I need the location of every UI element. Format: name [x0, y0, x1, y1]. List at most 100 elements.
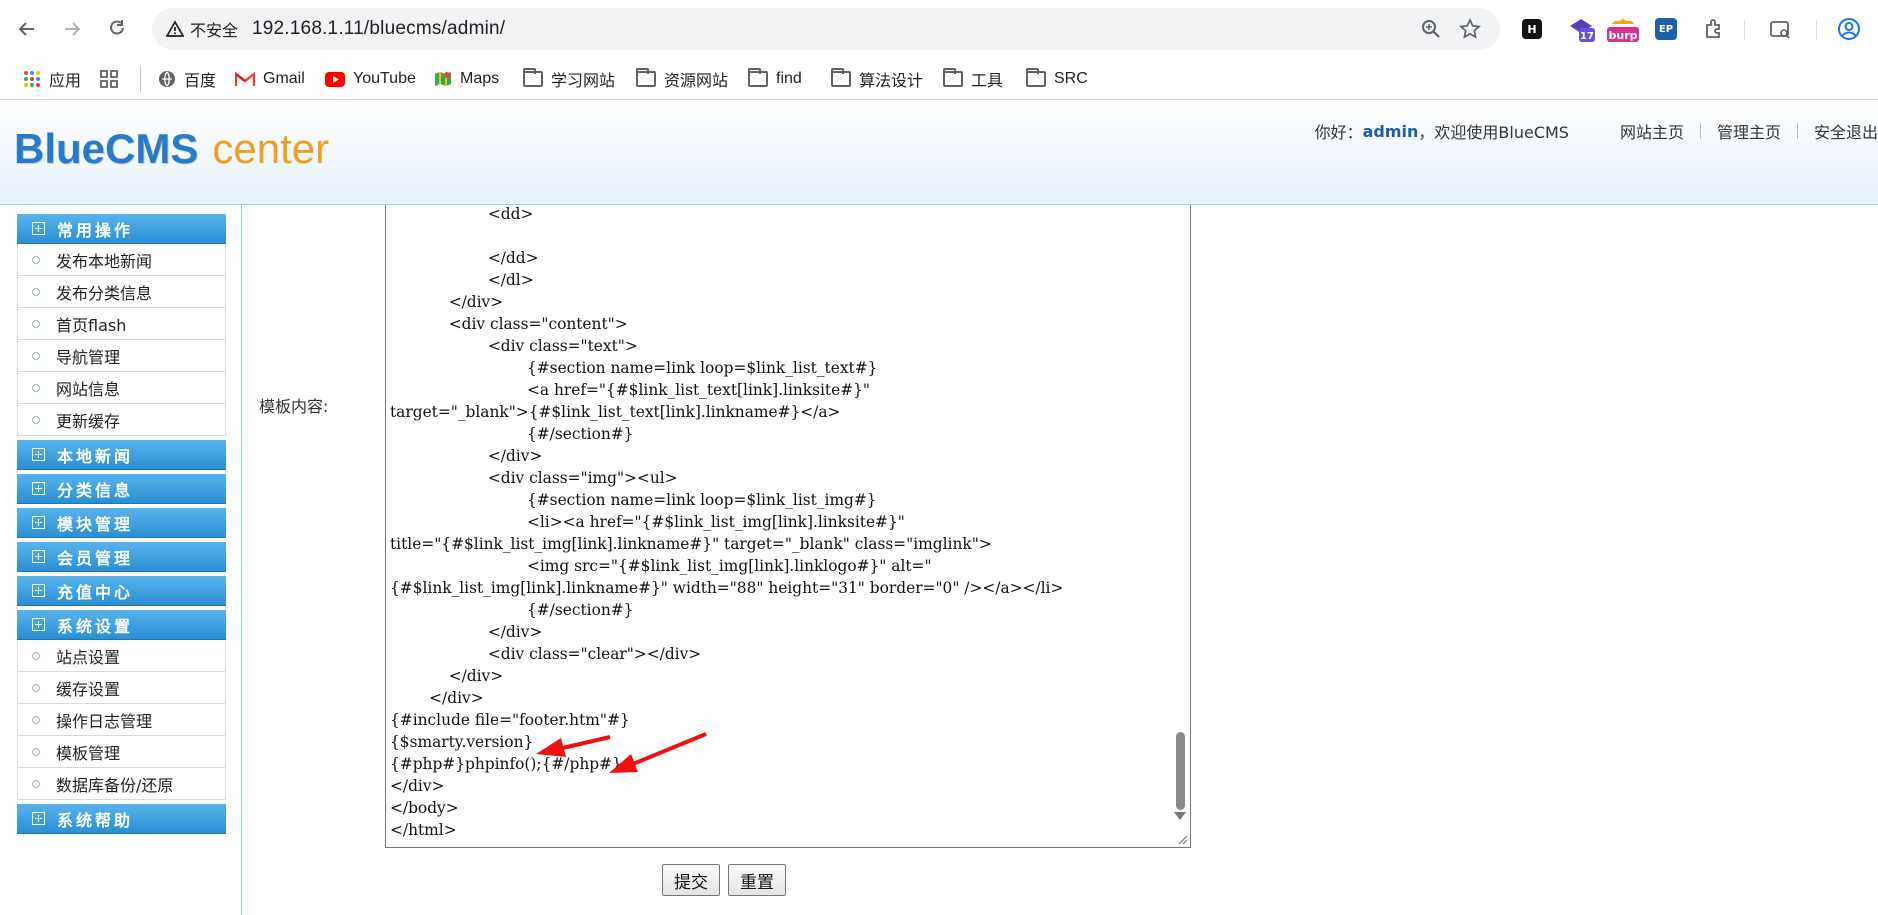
sidebar-item-label: 数据库备份/还原 — [56, 775, 174, 795]
youtube-icon — [325, 71, 345, 87]
bookmark-folder-find[interactable]: find — [748, 66, 802, 92]
address-bar[interactable]: 不安全 192.168.1.11/bluecms/admin/ — [152, 8, 1500, 50]
not-secure-indicator[interactable]: 不安全 — [166, 17, 238, 41]
site-home-link[interactable]: 网站主页 — [1620, 119, 1684, 143]
section-title: 模块管理 — [57, 514, 134, 534]
browser-toolbar: 不安全 192.168.1.11/bluecms/admin/ H 17 bur… — [0, 0, 1878, 58]
sidebar-item-home-flash[interactable]: 首页flash — [17, 308, 226, 340]
sidebar-section-members[interactable]: 会员管理 — [17, 542, 226, 572]
bookmark-star-icon[interactable] — [1459, 18, 1481, 40]
bookmark-folder-study[interactable]: 学习网站 — [523, 66, 615, 92]
tab-grid-icon — [100, 70, 118, 88]
section-title: 系统设置 — [57, 616, 134, 636]
tab-search-icon[interactable] — [1769, 18, 1791, 40]
bookmark-label: 应用 — [49, 73, 82, 90]
bookmark-label: find — [776, 70, 802, 87]
bookmark-label: 算法设计 — [859, 73, 924, 90]
sidebar-item-label: 更新缓存 — [56, 411, 121, 431]
expand-plus-icon — [32, 448, 45, 461]
sidebar-item-templates[interactable]: 模板管理 — [17, 736, 226, 768]
template-content-textarea[interactable]: <dd> </dd> </dl> </div> <div class="cont… — [385, 205, 1191, 848]
bookmark-label: Gmail — [263, 70, 305, 87]
baidu-icon — [159, 71, 175, 87]
sidebar-section-modules[interactable]: 模块管理 — [17, 508, 226, 538]
bookmark-gmail[interactable]: Gmail — [235, 66, 305, 92]
h-extension-icon[interactable]: H — [1522, 19, 1542, 39]
burp-extension-icon[interactable]: burp — [1606, 15, 1640, 43]
zoom-icon[interactable] — [1420, 18, 1442, 40]
sidebar-item-navigation[interactable]: 导航管理 — [17, 340, 226, 372]
bookmark-baidu[interactable]: 百度 — [158, 66, 216, 92]
bookmark-label: YouTube — [353, 70, 416, 87]
forward-icon[interactable] — [57, 14, 87, 44]
bookmark-label: 工具 — [971, 73, 1004, 90]
sidebar-section-recharge[interactable]: 充值中心 — [17, 576, 226, 606]
back-icon[interactable] — [12, 14, 42, 44]
sidebar-section-common[interactable]: 常用操作 — [17, 214, 226, 244]
bullet-icon — [32, 287, 40, 296]
profile-icon[interactable] — [1837, 17, 1861, 41]
sidebar-item-database-backup[interactable]: 数据库备份/还原 — [17, 768, 226, 800]
sidebar-item-site-info[interactable]: 网站信息 — [17, 372, 226, 404]
security-label: 不安全 — [190, 21, 239, 40]
bookmark-label: 资源网站 — [664, 73, 729, 90]
submit-button[interactable]: 提交 — [662, 864, 720, 896]
sidebar-item-publish-classified[interactable]: 发布分类信息 — [17, 276, 226, 308]
sidebar-section-system-settings[interactable]: 系统设置 — [17, 610, 226, 640]
bookmark-folder-src[interactable]: SRC — [1026, 66, 1088, 92]
bookmark-apps[interactable]: 应用 — [23, 66, 81, 92]
bookmark-youtube[interactable]: YouTube — [325, 66, 416, 92]
bullet-icon — [32, 383, 40, 392]
bookmark-folder-algorithms[interactable]: 算法设计 — [831, 66, 923, 92]
scrollbar-thumb[interactable] — [1176, 732, 1185, 810]
sidebar-item-cache-settings[interactable]: 缓存设置 — [17, 672, 226, 704]
expand-plus-icon — [32, 550, 45, 563]
sidebar-item-label: 网站信息 — [56, 379, 121, 399]
bullet-icon — [32, 351, 40, 360]
sidebar-item-publish-news[interactable]: 发布本地新闻 — [17, 244, 226, 276]
bookmark-folder-tools[interactable]: 工具 — [943, 66, 1003, 92]
section-title: 分类信息 — [57, 480, 134, 500]
template-code[interactable]: <dd> </dd> </dl> </div> <div class="cont… — [390, 205, 1063, 841]
username: admin — [1362, 121, 1419, 141]
sidebar-item-site-settings[interactable]: 站点设置 — [17, 640, 226, 672]
resize-grip-icon[interactable] — [1176, 833, 1188, 845]
sidebar-section-local-news[interactable]: 本地新闻 — [17, 440, 226, 470]
sidebar-item-label: 操作日志管理 — [56, 711, 153, 731]
bookmark-folder-resources[interactable]: 资源网站 — [636, 66, 728, 92]
bookmark-tab-grid[interactable] — [100, 66, 118, 92]
sidebar-item-label: 导航管理 — [56, 347, 121, 367]
expand-plus-icon — [32, 482, 45, 495]
bookmark-label: 学习网站 — [551, 73, 616, 90]
folder-icon — [831, 68, 851, 87]
sidebar-item-label: 首页flash — [56, 315, 127, 335]
sidebar-section-help[interactable]: 系统帮助 — [17, 804, 226, 834]
reset-button[interactable]: 重置 — [728, 864, 786, 896]
sidebar-section-classified[interactable]: 分类信息 — [17, 474, 226, 504]
expand-plus-icon — [32, 516, 45, 529]
sidebar-item-update-cache[interactable]: 更新缓存 — [17, 404, 226, 436]
badge-17-extension-icon[interactable]: 17 — [1566, 15, 1596, 43]
bullet-icon — [32, 747, 40, 756]
scroll-down-arrow-icon[interactable] — [1174, 812, 1186, 820]
bookmark-label: 百度 — [184, 73, 217, 90]
sidebar-item-label: 发布分类信息 — [56, 283, 153, 303]
logo-sub-text: center — [212, 125, 330, 172]
bookmark-maps[interactable]: Maps — [434, 66, 499, 92]
section-title: 本地新闻 — [57, 446, 134, 466]
logout-link[interactable]: 安全退出 — [1814, 119, 1878, 143]
ep-extension-icon[interactable]: EP — [1655, 18, 1677, 40]
bluecms-logo: BlueCMS center — [14, 125, 329, 173]
reload-icon[interactable] — [102, 14, 132, 44]
url-text[interactable]: 192.168.1.11/bluecms/admin/ — [252, 18, 505, 40]
extensions-puzzle-icon[interactable] — [1703, 18, 1725, 40]
sidebar-item-operation-logs[interactable]: 操作日志管理 — [17, 704, 226, 736]
bullet-icon — [32, 319, 40, 328]
apps-grid-icon — [24, 71, 40, 87]
link-divider — [1796, 123, 1798, 139]
sidebar: 常用操作 发布本地新闻 发布分类信息 首页flash 导航管理 网站信息 更新缓… — [17, 214, 226, 834]
bullet-icon — [32, 779, 40, 788]
admin-home-link[interactable]: 管理主页 — [1717, 119, 1781, 143]
bullet-icon — [32, 683, 40, 692]
